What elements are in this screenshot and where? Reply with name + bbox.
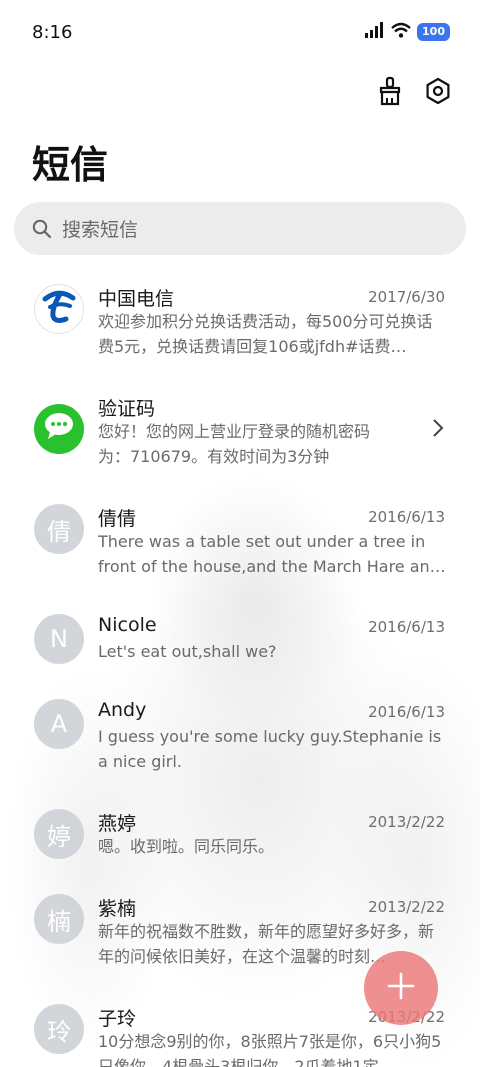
conversation-item[interactable]: A Andy 2016/6/13 I guess you're some luc… (0, 685, 480, 795)
search-icon (32, 219, 52, 239)
message-date: 2016/6/13 (368, 508, 445, 526)
message-avatar (34, 404, 84, 454)
telecom-logo-avatar (34, 284, 84, 334)
conversation-item[interactable]: 验证码 您好！您的网上营业厅登录的随机密码为：710679。有效时间为3分钟 (0, 380, 480, 490)
message-preview: 10分想念9别的你，8张照片7张是你，6只小狗5只像你，4根骨头3根归你，2爪着… (98, 1032, 442, 1067)
message-icon (42, 411, 76, 447)
contact-name: 中国电信 (98, 288, 175, 310)
plus-icon (386, 971, 416, 1005)
toolbar (374, 76, 454, 110)
message-preview: Let's eat out,shall we? (98, 642, 277, 661)
conversation-item[interactable]: N Nicole 2016/6/13 Let's eat out,shall w… (0, 600, 480, 685)
page-title: 短信 (32, 143, 109, 187)
contact-name: Andy (98, 699, 147, 721)
chevron-right-icon[interactable] (432, 418, 444, 442)
message-date: 2013/2/22 (368, 898, 445, 916)
settings-button[interactable] (422, 76, 454, 110)
avatar: 玲 (34, 1004, 84, 1054)
clean-brush-button[interactable] (374, 76, 406, 110)
contact-name: 子玲 (98, 1008, 137, 1030)
telecom-logo-icon (39, 286, 79, 332)
wifi-icon (391, 22, 411, 42)
avatar: 楠 (34, 894, 84, 944)
contact-name: 验证码 (98, 398, 156, 420)
avatar: A (34, 699, 84, 749)
message-preview: There was a table set out under a tree i… (98, 532, 446, 576)
contact-name: 燕婷 (98, 813, 137, 835)
status-time: 8:16 (32, 22, 73, 43)
message-date: 2013/2/22 (368, 813, 445, 831)
brush-icon (376, 76, 404, 110)
search-placeholder: 搜索短信 (62, 219, 139, 241)
new-message-button[interactable] (364, 951, 438, 1025)
message-date: 2016/6/13 (368, 618, 445, 636)
message-date: 2016/6/13 (368, 703, 445, 721)
battery-indicator: 100 (417, 23, 450, 41)
message-preview: 您好！您的网上营业厅登录的随机密码为：710679。有效时间为3分钟 (98, 422, 371, 466)
gear-icon (424, 77, 452, 109)
conversation-item[interactable]: 倩 倩倩 2016/6/13 There was a table set out… (0, 490, 480, 600)
message-preview: 欢迎参加积分兑换话费活动，每500分可兑换话费5元，兑换话费请回复106或jfd… (98, 312, 433, 356)
message-preview: 嗯。收到啦。同乐同乐。 (98, 837, 275, 856)
avatar: N (34, 614, 84, 664)
message-date: 2017/6/30 (368, 288, 445, 306)
conversation-item[interactable]: 中国电信 2017/6/30 欢迎参加积分兑换话费活动，每500分可兑换话费5元… (0, 270, 480, 380)
signal-icon (365, 22, 385, 42)
contact-name: 紫楠 (98, 898, 137, 920)
status-bar: 8:16 100 (0, 0, 480, 68)
contact-name: Nicole (98, 614, 157, 636)
conversation-item[interactable]: 婷 燕婷 2013/2/22 嗯。收到啦。同乐同乐。 (0, 795, 480, 880)
status-icons: 100 (365, 22, 450, 42)
contact-name: 倩倩 (98, 508, 137, 530)
avatar: 倩 (34, 504, 84, 554)
message-preview: I guess you're some lucky guy.Stephanie … (98, 727, 442, 771)
avatar: 婷 (34, 809, 84, 859)
search-input[interactable]: 搜索短信 (14, 202, 466, 255)
